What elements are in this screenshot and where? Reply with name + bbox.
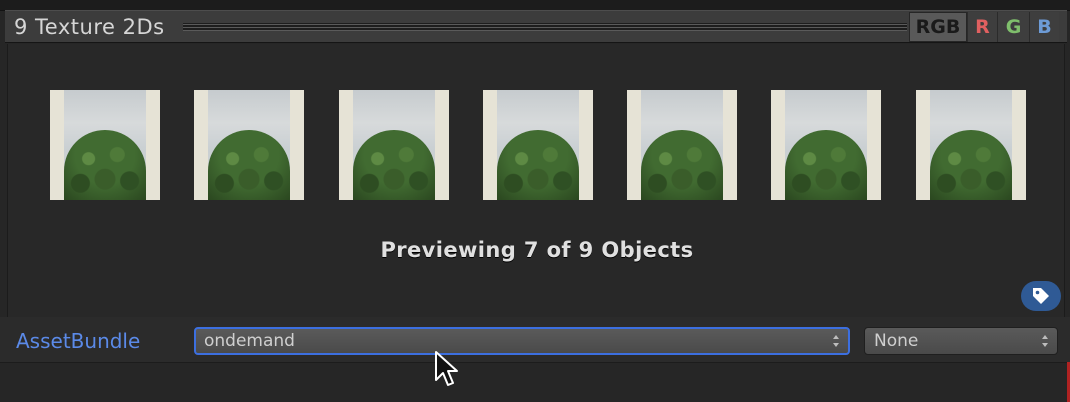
bottom-strip — [0, 362, 1070, 402]
asset-bundle-name-dropdown[interactable]: ondemand — [194, 327, 850, 355]
channel-b-button[interactable]: B — [1029, 12, 1059, 42]
channel-toggle-group: RGB R G B — [909, 12, 1059, 42]
asset-bundle-variant-dropdown[interactable]: None — [864, 327, 1058, 355]
header-drag-grip[interactable] — [183, 23, 907, 31]
texture-thumbnail[interactable] — [916, 90, 1026, 200]
asset-bundle-label: AssetBundle — [16, 329, 141, 353]
asset-labels-button[interactable] — [1021, 281, 1061, 311]
inspector-panel: 9 Texture 2Ds RGB R G B Previewing 7 of … — [0, 0, 1070, 402]
channel-r-button[interactable]: R — [967, 12, 997, 42]
header-title: 9 Texture 2Ds — [14, 15, 165, 39]
texture-image — [64, 90, 146, 200]
texture-thumbnail[interactable] — [50, 90, 160, 200]
preview-caption: Previewing 7 of 9 Objects — [380, 238, 694, 262]
texture-image — [497, 90, 579, 200]
mouse-cursor-icon — [435, 351, 458, 386]
texture-thumbnail[interactable] — [194, 90, 304, 200]
texture-image — [785, 90, 867, 200]
tag-icon — [1033, 288, 1049, 304]
texture-image — [930, 90, 1012, 200]
texture-image — [641, 90, 723, 200]
texture-thumbnail[interactable] — [339, 90, 449, 200]
updown-arrows-icon — [832, 329, 840, 353]
asset-bundle-row: AssetBundle ondemand None — [0, 317, 1070, 362]
channel-g-button[interactable]: G — [997, 12, 1029, 42]
texture-image — [208, 90, 290, 200]
texture-image — [353, 90, 435, 200]
preview-area: Previewing 7 of 9 Objects — [7, 44, 1065, 317]
asset-bundle-variant-value: None — [874, 331, 919, 351]
texture-thumbnail[interactable] — [771, 90, 881, 200]
updown-arrows-icon — [1041, 328, 1049, 354]
texture-thumbnail[interactable] — [483, 90, 593, 200]
asset-bundle-name-value: ondemand — [204, 331, 295, 351]
texture-thumbnail[interactable] — [627, 90, 737, 200]
inspector-header: 9 Texture 2Ds RGB R G B — [5, 10, 1067, 43]
channel-rgb-button[interactable]: RGB — [909, 12, 967, 42]
